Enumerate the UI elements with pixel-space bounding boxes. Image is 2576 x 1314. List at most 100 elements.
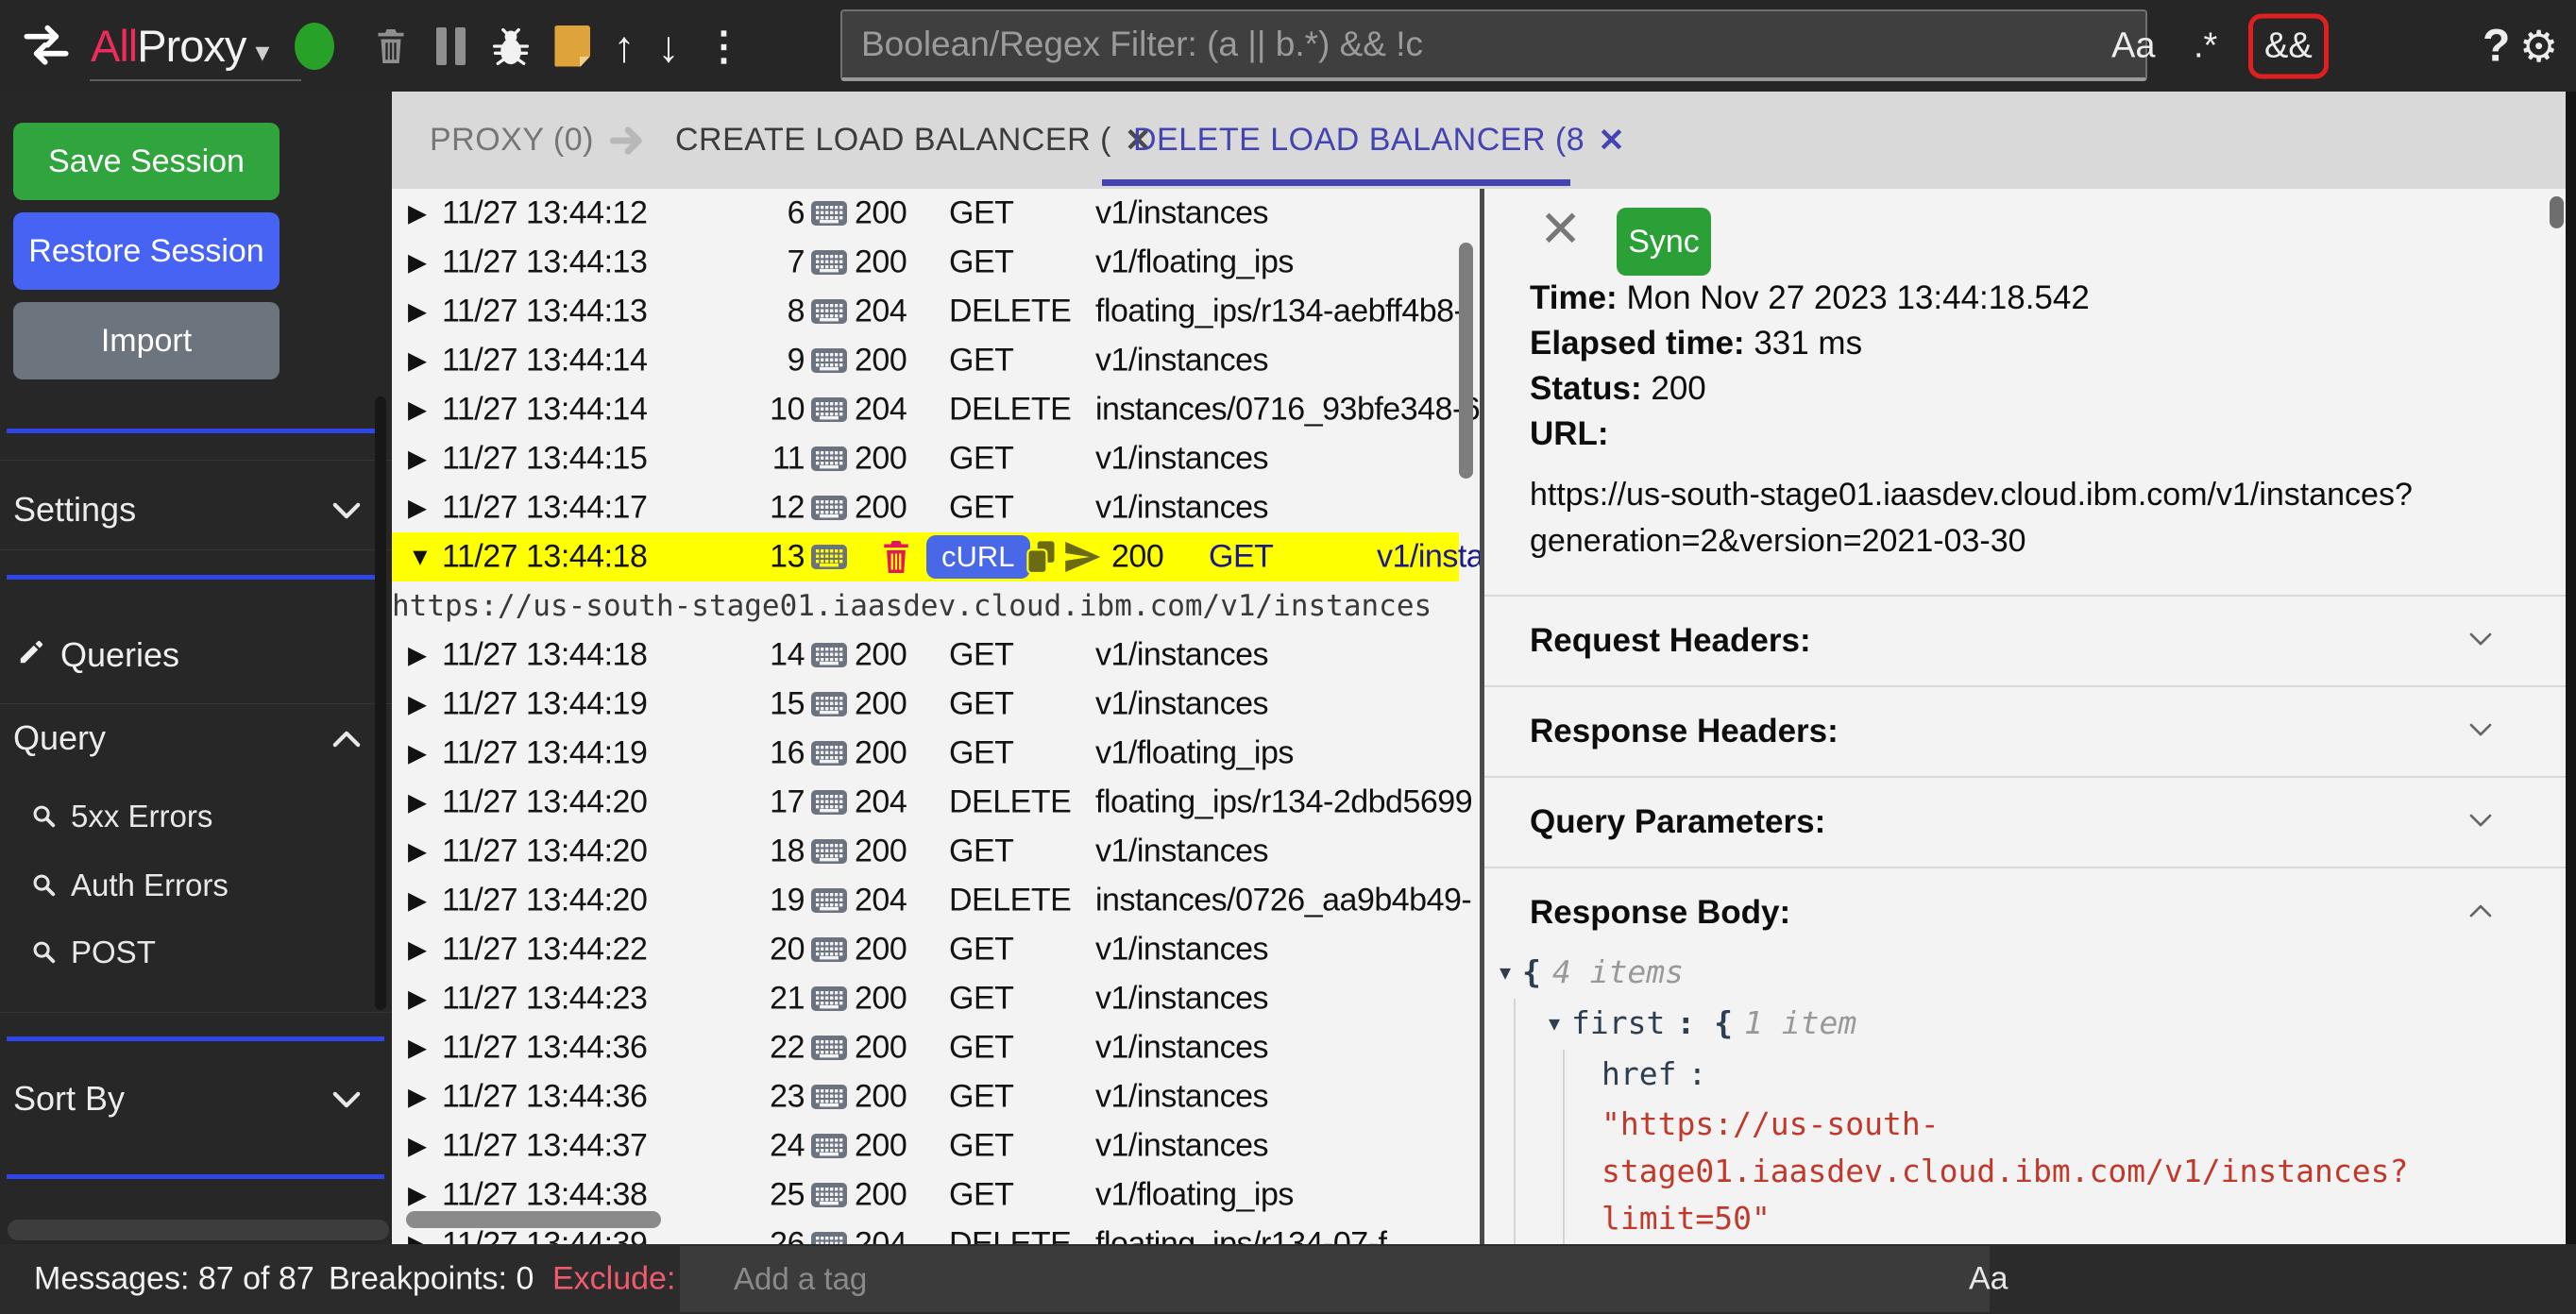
row-method: GET: [949, 735, 1013, 772]
detail-vertical-scrollbar[interactable]: [2550, 196, 2564, 228]
collapse-triangle-icon[interactable]: ▼: [1500, 961, 1511, 984]
sidebar-item-queries[interactable]: Queries: [17, 635, 179, 675]
row-time: 11/27 13:44:13: [442, 244, 647, 281]
table-row[interactable]: ▶11/27 13:44:2220200GETv1/instances: [392, 925, 1459, 974]
sidebar-query-post[interactable]: POST: [31, 930, 156, 975]
row-expander-icon[interactable]: ▶: [408, 690, 427, 719]
table-row[interactable]: ▶11/27 13:44:1410204DELETEinstances/0716…: [392, 385, 1459, 434]
row-expander-icon[interactable]: ▶: [408, 1132, 427, 1161]
table-row[interactable]: ▼11/27 13:44:1813cURL200GETv1/instance: [392, 532, 1459, 581]
delete-request-trash-icon[interactable]: [880, 538, 912, 576]
row-expander-icon[interactable]: ▶: [408, 1034, 427, 1063]
table-row[interactable]: ▶11/27 13:44:2321200GETv1/instances: [392, 974, 1459, 1023]
table-horizontal-scrollbar[interactable]: [406, 1211, 661, 1228]
boolean-filter-toggle-active[interactable]: &&: [2248, 13, 2329, 78]
json-first-node[interactable]: ▼ first : { 1 item: [1549, 1004, 1856, 1041]
row-expander-icon[interactable]: ▶: [408, 1181, 427, 1210]
exclude-label[interactable]: Exclude:: [552, 1261, 675, 1298]
sidebar-horizontal-scrollbar[interactable]: [8, 1220, 389, 1240]
table-row[interactable]: ▶11/27 13:44:1915200GETv1/instances: [392, 680, 1459, 729]
row-number: 11: [732, 441, 805, 478]
close-icon[interactable]: ✕: [1598, 122, 1625, 160]
more-menu-kebab-icon[interactable]: ⋮: [703, 26, 743, 66]
filter-input[interactable]: [840, 9, 2147, 81]
table-row[interactable]: ▶11/27 13:44:2019204DELETEinstances/0726…: [392, 876, 1459, 925]
table-row[interactable]: ▶11/27 13:44:137200GETv1/floating_ips: [392, 238, 1459, 287]
restore-session-button[interactable]: Restore Session: [13, 212, 280, 290]
tab-proxy[interactable]: PROXY (0): [430, 92, 649, 189]
sidebar-query-5xx-errors[interactable]: 5xx Errors: [31, 794, 212, 839]
table-row[interactable]: ▶11/27 13:44:149200GETv1/instances: [392, 336, 1459, 385]
copy-icon[interactable]: [1024, 538, 1059, 576]
sidebar-item-sort-by[interactable]: Sort By: [0, 1069, 378, 1129]
table-row[interactable]: ▶11/27 13:44:2017204DELETEfloating_ips/r…: [392, 778, 1459, 827]
row-expander-icon[interactable]: ▶: [408, 494, 427, 523]
row-expander-icon[interactable]: ▶: [408, 837, 427, 867]
app-title-menu[interactable]: AllProxy▾: [91, 20, 268, 72]
table-row[interactable]: ▶11/27 13:44:3622200GETv1/instances: [392, 1023, 1459, 1072]
clear-trash-icon[interactable]: [374, 26, 408, 66]
row-expander-icon[interactable]: ▶: [408, 739, 427, 768]
table-row[interactable]: ▶11/27 13:44:1511200GETv1/instances: [392, 434, 1459, 483]
table-row[interactable]: ▶11/27 13:44:126200GETv1/instances: [392, 189, 1459, 238]
table-row[interactable]: ▶11/27 13:44:3623200GETv1/instances: [392, 1072, 1459, 1121]
save-session-button[interactable]: Save Session: [13, 123, 280, 200]
row-expander-icon[interactable]: ▶: [408, 788, 427, 817]
note-tag-icon[interactable]: [554, 25, 590, 67]
gear-settings-icon[interactable]: ⚙: [2519, 21, 2558, 72]
row-method: GET: [949, 490, 1013, 527]
sidebar-query-auth-errors[interactable]: Auth Errors: [31, 863, 229, 908]
match-case-toggle[interactable]: Aa: [2111, 25, 2155, 66]
row-expander-icon[interactable]: ▶: [408, 248, 427, 278]
chevron-down-icon: [330, 490, 363, 530]
divider: [0, 460, 392, 461]
row-time: 11/27 13:44:13: [442, 294, 647, 330]
collapse-triangle-icon[interactable]: ▼: [1549, 1012, 1560, 1035]
row-expander-icon[interactable]: ▶: [408, 346, 427, 376]
curl-badge[interactable]: cURL: [926, 535, 1030, 579]
json-root-node[interactable]: ▼ { 4 items: [1500, 953, 1684, 990]
table-row[interactable]: ▶11/27 13:44:138204DELETEfloating_ips/r1…: [392, 287, 1459, 336]
row-expander-icon[interactable]: ▶: [408, 886, 427, 916]
divider: [7, 1036, 384, 1041]
table-row[interactable]: ▶11/27 13:44:1916200GETv1/floating_ips: [392, 729, 1459, 778]
sidebar-vertical-scrollbar[interactable]: [375, 396, 386, 1010]
row-expander-icon[interactable]: ▶: [408, 297, 427, 327]
row-path: instances/0716_93bfe348-6: [1095, 392, 1480, 429]
row-expander-icon[interactable]: ▶: [408, 641, 427, 670]
table-row[interactable]: ▶11/27 13:44:3724200GETv1/instances: [392, 1121, 1459, 1171]
row-expander-icon[interactable]: ▶: [408, 199, 427, 228]
regex-toggle[interactable]: .*: [2194, 25, 2217, 66]
scroll-up-icon[interactable]: ↑: [613, 25, 635, 68]
statusbar-match-case-toggle[interactable]: Aa: [1969, 1261, 2008, 1298]
keyboard-icon: [810, 1180, 848, 1210]
row-number: 20: [732, 932, 805, 969]
row-expander-icon[interactable]: ▶: [408, 445, 427, 474]
row-expander-icon[interactable]: ▶: [408, 1083, 427, 1112]
tab-create-load-balancer[interactable]: CREATE LOAD BALANCER ( ✕: [675, 92, 1152, 189]
sidebar-item-query[interactable]: Query: [0, 708, 378, 768]
tree-guide-line: [1563, 1050, 1565, 1244]
row-method: DELETE: [949, 784, 1071, 821]
tab-delete-load-balancer-active[interactable]: DELETE LOAD BALANCER (8 ✕: [1133, 92, 1625, 189]
pause-icon[interactable]: [436, 27, 466, 65]
row-expander-icon[interactable]: ▶: [408, 935, 427, 965]
table-vertical-scrollbar[interactable]: [1459, 243, 1473, 479]
table-row[interactable]: ▶11/27 13:44:2018200GETv1/instances: [392, 827, 1459, 876]
row-number: 18: [732, 834, 805, 870]
resend-paper-plane-icon[interactable]: [1062, 538, 1102, 576]
table-row[interactable]: ▶11/27 13:44:1712200GETv1/instances: [392, 483, 1459, 532]
row-time: 11/27 13:44:18: [442, 539, 647, 576]
row-expander-icon[interactable]: ▶: [408, 1230, 427, 1245]
import-button[interactable]: Import: [13, 302, 280, 379]
sidebar-item-settings[interactable]: Settings: [0, 480, 378, 540]
row-expander-icon[interactable]: ▼: [408, 543, 432, 572]
row-expander-icon[interactable]: ▶: [408, 396, 427, 425]
scroll-down-icon[interactable]: ↓: [657, 25, 679, 68]
bug-debug-icon[interactable]: [490, 25, 532, 68]
row-expander-icon[interactable]: ▶: [408, 985, 427, 1014]
table-row[interactable]: ▶11/27 13:44:1814200GETv1/instances: [392, 631, 1459, 680]
recording-status-dot[interactable]: [295, 23, 334, 70]
add-tag-input[interactable]: [680, 1246, 1990, 1312]
help-icon[interactable]: ?: [2483, 20, 2510, 72]
